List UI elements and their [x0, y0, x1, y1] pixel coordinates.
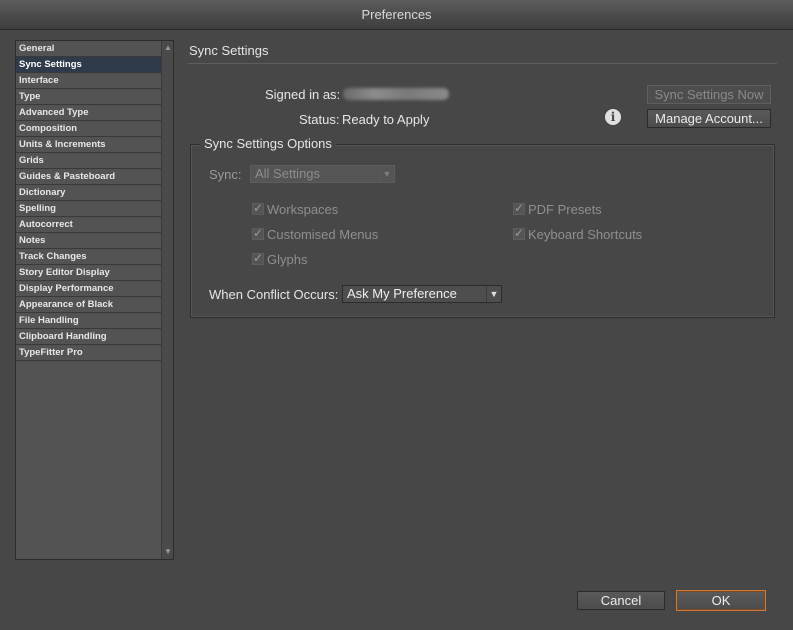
sidebar-item-type[interactable]: Type: [16, 89, 161, 105]
sidebar-item-grids[interactable]: Grids: [16, 153, 161, 169]
checkmark-icon: ✓: [253, 201, 264, 215]
checkbox-label: Workspaces: [267, 202, 339, 217]
conflict-label: When Conflict Occurs:: [209, 287, 339, 302]
chevron-down-icon: ▼: [486, 286, 501, 302]
checkbox-keyboard-shortcuts[interactable]: ✓ Keyboard Shortcuts: [513, 226, 643, 242]
preferences-sidebar: General Sync Settings Interface Type Adv…: [15, 40, 174, 560]
checkmark-icon: ✓: [253, 226, 264, 240]
sidebar-item-display-performance[interactable]: Display Performance: [16, 281, 161, 297]
window-title: Preferences: [361, 7, 432, 22]
sidebar-item-typefitter-pro[interactable]: TypeFitter Pro: [16, 345, 161, 361]
manage-account-button[interactable]: Manage Account...: [647, 109, 771, 128]
sidebar-item-notes[interactable]: Notes: [16, 233, 161, 249]
sync-select[interactable]: All Settings ▼: [250, 165, 395, 183]
checkmark-icon: ✓: [514, 201, 525, 215]
sidebar-item-sync-settings[interactable]: Sync Settings: [16, 57, 161, 73]
sidebar-item-autocorrect[interactable]: Autocorrect: [16, 217, 161, 233]
sync-select-value: All Settings: [255, 166, 321, 181]
scroll-up-arrow-icon[interactable]: ▲: [162, 42, 174, 54]
checkbox-box: ✓: [252, 226, 264, 240]
checkbox-box: ✓: [513, 226, 525, 240]
checkbox-box: ✓: [252, 251, 264, 265]
sync-label: Sync:: [209, 167, 242, 182]
signed-in-label: Signed in as:: [265, 87, 341, 102]
cancel-button[interactable]: Cancel: [577, 591, 665, 610]
section-divider: [188, 63, 777, 64]
checkbox-label: Customised Menus: [267, 227, 379, 242]
sync-options-group-title: Sync Settings Options: [200, 136, 336, 151]
chevron-down-icon: ▼: [379, 166, 394, 182]
sidebar-item-spelling[interactable]: Spelling: [16, 201, 161, 217]
sync-settings-now-button[interactable]: Sync Settings Now: [647, 85, 771, 104]
sidebar-item-guides-pasteboard[interactable]: Guides & Pasteboard: [16, 169, 161, 185]
checkbox-label: PDF Presets: [528, 202, 602, 217]
sidebar-item-appearance-of-black[interactable]: Appearance of Black: [16, 297, 161, 313]
redacted-account-name: [343, 88, 449, 100]
checkmark-icon: ✓: [253, 251, 264, 265]
ok-button[interactable]: OK: [676, 590, 766, 611]
checkbox-label: Glyphs: [267, 252, 308, 267]
sidebar-item-track-changes[interactable]: Track Changes: [16, 249, 161, 265]
sidebar-item-dictionary[interactable]: Dictionary: [16, 185, 161, 201]
sidebar-item-units-increments[interactable]: Units & Increments: [16, 137, 161, 153]
sidebar-list: General Sync Settings Interface Type Adv…: [16, 41, 161, 361]
section-title: Sync Settings: [189, 43, 269, 58]
conflict-select-value: Ask My Preference: [347, 286, 457, 301]
checkbox-workspaces[interactable]: ✓ Workspaces: [252, 201, 339, 217]
checkbox-label: Keyboard Shortcuts: [528, 227, 643, 242]
sidebar-scrollbar[interactable]: ▲ ▼: [161, 41, 173, 559]
info-icon[interactable]: i: [605, 109, 621, 125]
checkbox-glyphs[interactable]: ✓ Glyphs: [252, 251, 308, 267]
conflict-select[interactable]: Ask My Preference ▼: [342, 285, 502, 303]
scroll-down-arrow-icon[interactable]: ▼: [162, 546, 174, 558]
checkbox-customised-menus[interactable]: ✓ Customised Menus: [252, 226, 379, 242]
sidebar-item-advanced-type[interactable]: Advanced Type: [16, 105, 161, 121]
checkbox-box: ✓: [513, 201, 525, 215]
sidebar-item-general[interactable]: General: [16, 41, 161, 57]
status-value: Ready to Apply: [342, 112, 430, 127]
checkbox-pdf-presets[interactable]: ✓ PDF Presets: [513, 201, 602, 217]
sidebar-item-composition[interactable]: Composition: [16, 121, 161, 137]
status-label: Status:: [299, 112, 340, 127]
checkmark-icon: ✓: [514, 226, 525, 240]
sidebar-item-file-handling[interactable]: File Handling: [16, 313, 161, 329]
sidebar-item-clipboard-handling[interactable]: Clipboard Handling: [16, 329, 161, 345]
title-bar: Preferences: [0, 0, 793, 30]
sidebar-item-interface[interactable]: Interface: [16, 73, 161, 89]
checkbox-box: ✓: [252, 201, 264, 215]
sidebar-item-story-editor-display[interactable]: Story Editor Display: [16, 265, 161, 281]
